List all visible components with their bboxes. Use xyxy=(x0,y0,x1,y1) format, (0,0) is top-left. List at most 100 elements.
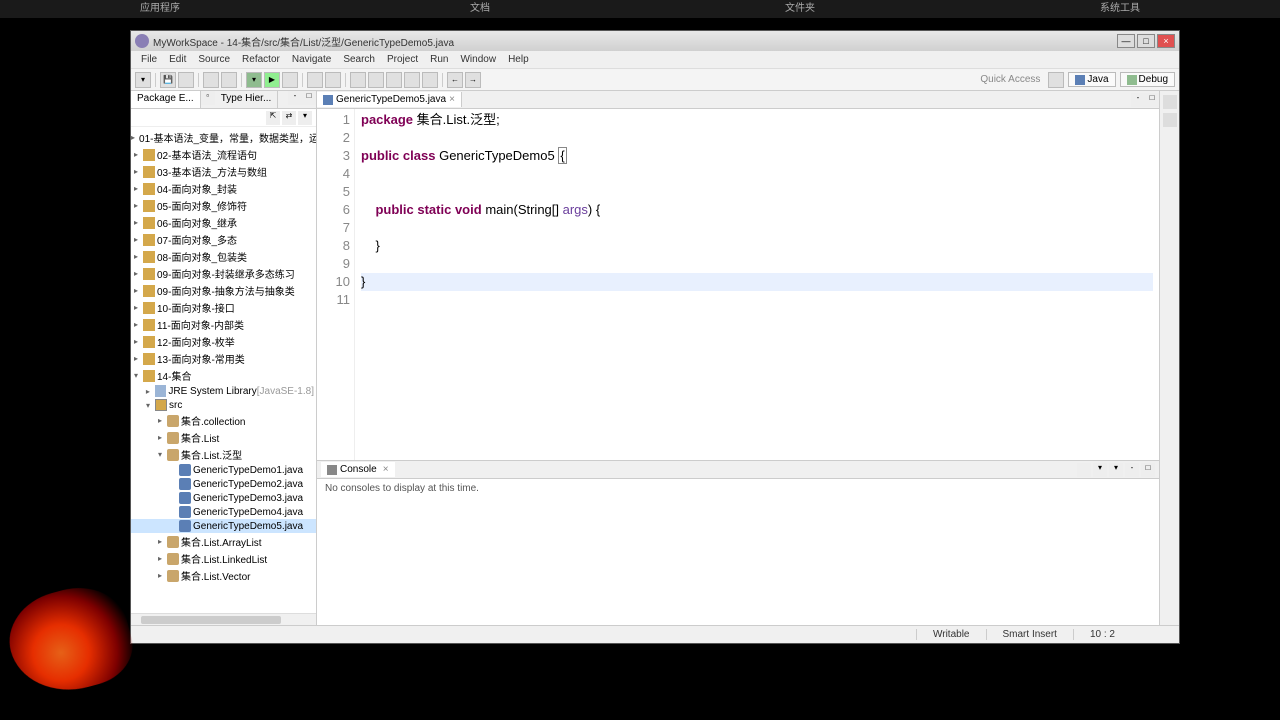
console-tab[interactable]: Console × xyxy=(321,462,395,477)
menu-edit[interactable]: Edit xyxy=(163,54,192,65)
tree-item[interactable]: ▸集合.List.LinkedList xyxy=(131,550,316,567)
menu-file[interactable]: File xyxy=(135,54,163,65)
console-max-button[interactable]: □ xyxy=(1141,463,1155,477)
tree-item[interactable]: ▾src xyxy=(131,398,316,412)
menu-run[interactable]: Run xyxy=(424,54,454,65)
tab-min-icon[interactable]: ▫ xyxy=(201,91,215,105)
close-tab-icon[interactable]: × xyxy=(449,94,455,105)
project-tree[interactable]: ▸01-基本语法_变量，常量，数据类型，运算▸02-基本语法_流程语句▸03-基… xyxy=(131,127,316,613)
tree-item[interactable]: ▸07-面向对象_多态 xyxy=(131,231,316,248)
toggle-block-button[interactable] xyxy=(404,72,420,88)
tree-item[interactable]: ▸集合.List.ArrayList xyxy=(131,533,316,550)
tree-item[interactable]: GenericTypeDemo3.java xyxy=(131,491,316,505)
java-perspective[interactable]: Java xyxy=(1068,72,1115,87)
tree-item[interactable]: ▸04-面向对象_封装 xyxy=(131,180,316,197)
tree-item[interactable]: GenericTypeDemo2.java xyxy=(131,477,316,491)
tree-item[interactable]: ▸01-基本语法_变量，常量，数据类型，运算 xyxy=(131,129,316,146)
tree-item[interactable]: ▸09-面向对象-抽象方法与抽象类 xyxy=(131,282,316,299)
toggle-mark-button[interactable] xyxy=(386,72,402,88)
tool-button[interactable] xyxy=(221,72,237,88)
tree-item[interactable]: ▸08-面向对象_包装类 xyxy=(131,248,316,265)
debug-button[interactable]: ▾ xyxy=(246,72,262,88)
tree-item[interactable]: ▸12-面向对象-枚举 xyxy=(131,333,316,350)
tree-item[interactable]: ▸11-面向对象-内部类 xyxy=(131,316,316,333)
tree-item[interactable]: ▸09-面向对象-封装继承多态练习 xyxy=(131,265,316,282)
new-button[interactable]: ▾ xyxy=(135,72,151,88)
type-hierarchy-tab[interactable]: Type Hier... xyxy=(215,91,279,108)
task-list-button[interactable] xyxy=(1163,113,1177,127)
line-numbers: 1234567891011 xyxy=(325,109,355,460)
tree-item[interactable]: ▾14-集合 xyxy=(131,367,316,384)
taskbar-docs[interactable]: 文档 xyxy=(320,0,640,18)
tree-item[interactable]: ▸06-面向对象_继承 xyxy=(131,214,316,231)
open-type-button[interactable] xyxy=(350,72,366,88)
taskbar-folders[interactable]: 文件夹 xyxy=(640,0,960,18)
tree-item[interactable]: ▸JRE System Library [JavaSE-1.8] xyxy=(131,384,316,398)
package-explorer-tab[interactable]: Package E... xyxy=(131,91,201,108)
nav-back-button[interactable]: ← xyxy=(447,72,463,88)
console-display-button[interactable]: ▾ xyxy=(1093,463,1107,477)
save-all-button[interactable] xyxy=(178,72,194,88)
menubar: File Edit Source Refactor Navigate Searc… xyxy=(131,51,1179,69)
maximize-button[interactable]: □ xyxy=(1137,34,1155,48)
tree-item[interactable]: GenericTypeDemo1.java xyxy=(131,463,316,477)
nav-fwd-button[interactable]: → xyxy=(465,72,481,88)
horizontal-scrollbar[interactable] xyxy=(131,613,316,625)
tree-item[interactable]: ▸集合.collection xyxy=(131,412,316,429)
menu-help[interactable]: Help xyxy=(502,54,535,65)
menu-window[interactable]: Window xyxy=(454,54,502,65)
link-editor-button[interactable]: ⇄ xyxy=(282,111,296,125)
editor-tab-file[interactable]: GenericTypeDemo5.java × xyxy=(317,92,462,107)
minimize-button[interactable]: — xyxy=(1117,34,1135,48)
eclipse-icon xyxy=(135,34,149,48)
desktop-logo xyxy=(10,590,130,690)
close-button[interactable]: × xyxy=(1157,34,1175,48)
menu-refactor[interactable]: Refactor xyxy=(236,54,286,65)
tree-item[interactable]: ▸10-面向对象-接口 xyxy=(131,299,316,316)
tree-item[interactable]: ▸集合.List.Vector xyxy=(131,567,316,584)
build-button[interactable] xyxy=(203,72,219,88)
tree-item[interactable]: GenericTypeDemo5.java xyxy=(131,519,316,533)
tree-item[interactable]: ▾集合.List.泛型 xyxy=(131,446,316,463)
code-editor[interactable]: 1234567891011 package 集合.List.泛型; public… xyxy=(317,109,1159,460)
menu-source[interactable]: Source xyxy=(192,54,236,65)
console-open-button[interactable]: ▾ xyxy=(1109,463,1123,477)
tree-item[interactable]: GenericTypeDemo4.java xyxy=(131,505,316,519)
run-ext-button[interactable] xyxy=(282,72,298,88)
code-area[interactable]: package 集合.List.泛型; public class Generic… xyxy=(355,109,1159,460)
tree-item[interactable]: ▸02-基本语法_流程语句 xyxy=(131,146,316,163)
tree-item[interactable]: ▸集合.List xyxy=(131,429,316,446)
editor-min-button[interactable]: - xyxy=(1131,93,1145,107)
collapse-all-button[interactable]: ⇱ xyxy=(266,111,280,125)
run-button[interactable]: ▶ xyxy=(264,72,280,88)
taskbar-apps[interactable]: 应用程序 xyxy=(0,0,320,18)
tree-item[interactable]: ▸13-面向对象-常用类 xyxy=(131,350,316,367)
editor-max-button[interactable]: □ xyxy=(1145,93,1159,107)
console-min-button[interactable]: - xyxy=(1125,463,1139,477)
taskbar-system[interactable]: 系统工具 xyxy=(960,0,1280,18)
quick-access[interactable]: Quick Access xyxy=(974,74,1046,85)
show-whitespace-button[interactable] xyxy=(422,72,438,88)
menu-search[interactable]: Search xyxy=(337,54,381,65)
view-menu-button[interactable]: ▾ xyxy=(298,111,312,125)
outline-view-button[interactable] xyxy=(1163,95,1177,109)
console-close-icon[interactable]: × xyxy=(383,464,389,475)
toolbar: ▾ 💾 ▾ ▶ ← → Quick Access Java Debug xyxy=(131,69,1179,91)
titlebar[interactable]: MyWorkSpace - 14-集合/src/集合/List/泛型/Gener… xyxy=(131,31,1179,51)
new-class-button[interactable] xyxy=(307,72,323,88)
eclipse-window: MyWorkSpace - 14-集合/src/集合/List/泛型/Gener… xyxy=(130,30,1180,644)
open-perspective-button[interactable] xyxy=(1048,72,1064,88)
view-min-button[interactable]: - xyxy=(288,91,302,105)
tree-item[interactable]: ▸05-面向对象_修饰符 xyxy=(131,197,316,214)
debug-perspective[interactable]: Debug xyxy=(1120,72,1175,87)
view-max-button[interactable]: □ xyxy=(302,91,316,105)
java-file-icon xyxy=(323,95,333,105)
menu-navigate[interactable]: Navigate xyxy=(286,54,337,65)
save-button[interactable]: 💾 xyxy=(160,72,176,88)
console-pin-button[interactable] xyxy=(1077,463,1091,477)
statusbar: Writable Smart Insert 10 : 2 xyxy=(131,625,1179,643)
tree-item[interactable]: ▸03-基本语法_方法与数组 xyxy=(131,163,316,180)
new-pkg-button[interactable] xyxy=(325,72,341,88)
search-button[interactable] xyxy=(368,72,384,88)
menu-project[interactable]: Project xyxy=(381,54,424,65)
